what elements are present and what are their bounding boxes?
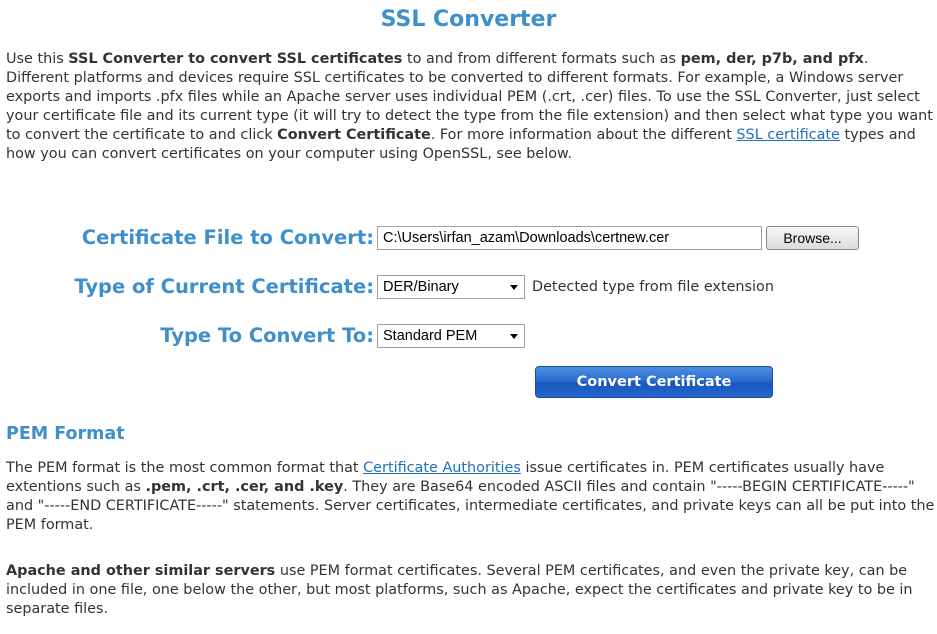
current-type-select[interactable]: DER/Binary	[377, 275, 525, 299]
intro-text: Use this	[6, 51, 69, 67]
intro-bold-formats: pem, der, p7b, and pfx	[680, 51, 864, 67]
current-type-value: DER/Binary	[383, 279, 459, 295]
chevron-down-icon	[510, 285, 518, 290]
file-label: Certificate File to Convert:	[81, 226, 374, 249]
file-path-input[interactable]: C:\Users\irfan_azam\Downloads\certnew.ce…	[377, 226, 762, 250]
pem-bold-apache: Apache and other similar servers	[6, 563, 276, 579]
page: SSL Converter Use this SSL Converter to …	[0, 0, 937, 634]
ssl-certificate-link[interactable]: SSL certificate	[736, 127, 839, 143]
current-type-label: Type of Current Certificate:	[74, 275, 374, 298]
convert-certificate-button[interactable]: Convert Certificate	[535, 366, 773, 398]
pem-paragraph-2: Apache and other similar servers use PEM…	[6, 562, 936, 619]
certificate-authorities-link[interactable]: Certificate Authorities	[363, 460, 521, 476]
detected-type-hint: Detected type from file extension	[532, 279, 774, 295]
intro-paragraph: Use this SSL Converter to convert SSL ce…	[6, 50, 936, 164]
convert-to-select[interactable]: Standard PEM	[377, 324, 525, 348]
pem-format-heading: PEM Format	[6, 424, 125, 444]
pem-text: The PEM format is the most common format…	[6, 460, 364, 476]
pem-bold-extensions: .pem, .crt, .cer, and .key	[145, 479, 344, 495]
convert-to-value: Standard PEM	[383, 328, 478, 344]
intro-bold-text: SSL Converter to convert SSL certificate…	[68, 51, 403, 67]
intro-bold-convert: Convert Certificate	[277, 127, 431, 143]
page-title: SSL Converter	[380, 7, 557, 32]
chevron-down-icon	[510, 334, 518, 339]
intro-text: . For more information about the differe…	[430, 127, 737, 143]
pem-paragraph-1: The PEM format is the most common format…	[6, 459, 936, 535]
current-type-row: Type of Current Certificate: DER/Binary …	[0, 272, 937, 302]
convert-to-label: Type To Convert To:	[160, 324, 374, 347]
file-row: Certificate File to Convert: C:\Users\ir…	[0, 223, 937, 253]
browse-button[interactable]: Browse...	[766, 226, 859, 250]
convert-to-row: Type To Convert To: Standard PEM	[0, 321, 937, 351]
intro-text: to and from different formats such as	[402, 51, 681, 67]
